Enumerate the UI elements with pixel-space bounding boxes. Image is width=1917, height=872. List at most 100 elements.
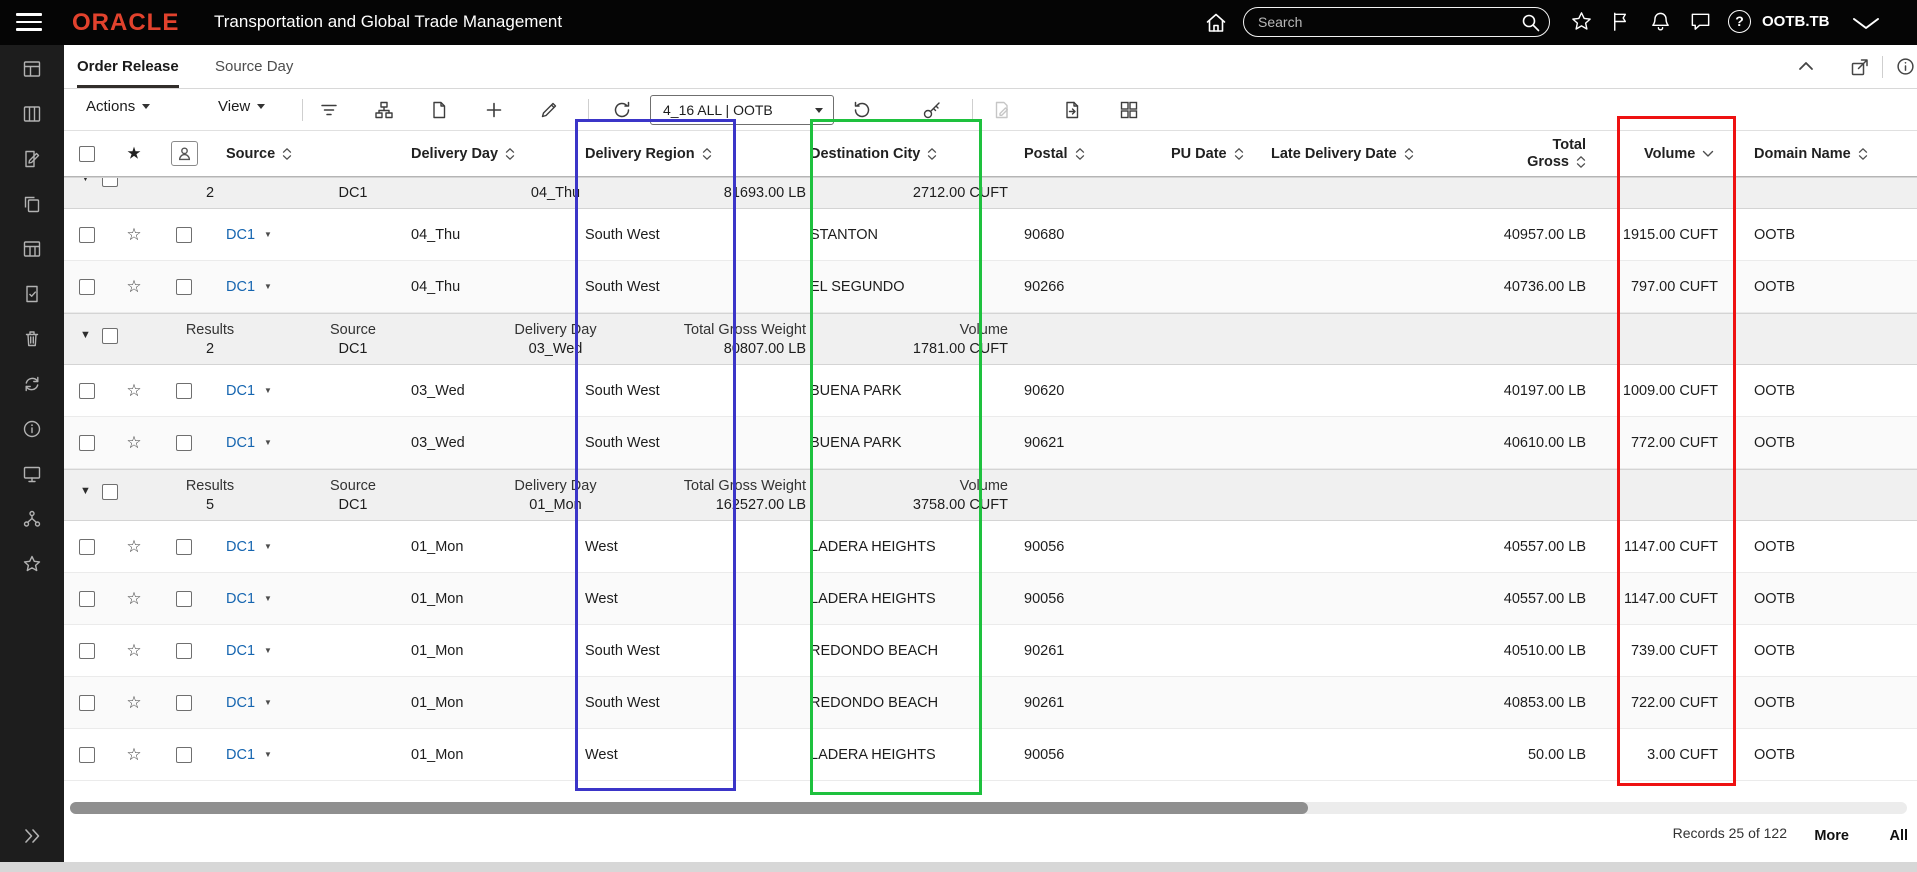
more-button[interactable]: More xyxy=(1814,828,1849,844)
favorite-star-icon[interactable]: ☆ xyxy=(110,225,158,245)
select-all-checkbox[interactable] xyxy=(64,145,110,162)
cell-menu-arrow-icon[interactable]: ▼ xyxy=(264,698,272,707)
cell-menu-arrow-icon[interactable]: ▼ xyxy=(264,230,272,239)
row-checkbox[interactable] xyxy=(64,642,110,659)
favorite-star-icon[interactable]: ☆ xyxy=(110,693,158,713)
row-select-checkbox[interactable] xyxy=(158,226,210,243)
chat-icon[interactable] xyxy=(1689,10,1712,33)
column-header-delivery-region[interactable]: Delivery Region xyxy=(575,146,800,162)
row-checkbox[interactable] xyxy=(64,746,110,763)
table-columns-icon[interactable] xyxy=(20,102,44,126)
group-checkbox[interactable] xyxy=(102,328,118,344)
favorites-sidebar-icon[interactable] xyxy=(20,552,44,576)
column-header-late-delivery-date[interactable]: Late Delivery Date xyxy=(1250,146,1490,162)
column-header-domain-name[interactable]: Domain Name xyxy=(1732,146,1917,162)
favorites-star-icon[interactable] xyxy=(1570,10,1593,33)
column-header-destination-city[interactable]: Destination City xyxy=(800,146,1010,162)
row-select-checkbox[interactable] xyxy=(158,434,210,451)
favorite-star-icon[interactable]: ☆ xyxy=(110,745,158,765)
favorite-star-icon[interactable]: ☆ xyxy=(110,641,158,661)
column-header-volume[interactable]: Volume xyxy=(1600,146,1732,162)
row-select-checkbox[interactable] xyxy=(158,746,210,763)
edit-pencil-icon[interactable] xyxy=(538,99,560,121)
tab-order-release[interactable]: Order Release xyxy=(77,45,179,88)
user-menu-chevron-down-icon[interactable] xyxy=(1852,17,1880,30)
row-select-checkbox[interactable] xyxy=(158,278,210,295)
favorite-star-icon[interactable]: ☆ xyxy=(110,277,158,297)
row-select-checkbox[interactable] xyxy=(158,694,210,711)
favorite-star-icon[interactable]: ☆ xyxy=(110,537,158,557)
favorite-star-icon[interactable]: ☆ xyxy=(110,433,158,453)
all-button[interactable]: All xyxy=(1889,828,1908,844)
search-input[interactable] xyxy=(1258,11,1508,33)
collapse-group-icon[interactable]: ▼ xyxy=(80,330,91,341)
global-search[interactable] xyxy=(1243,7,1550,37)
export-icon[interactable] xyxy=(1061,99,1083,121)
favorite-star-icon[interactable]: ☆ xyxy=(110,589,158,609)
collapse-group-icon[interactable]: ▼ xyxy=(80,178,91,184)
source-link[interactable]: DC1 xyxy=(226,227,255,243)
column-header-postal[interactable]: Postal xyxy=(1010,146,1160,162)
column-header-total-gross[interactable]: Total Gross xyxy=(1490,137,1600,171)
notifications-bell-icon[interactable] xyxy=(1649,10,1672,33)
info-icon[interactable] xyxy=(20,417,44,441)
source-link[interactable]: DC1 xyxy=(226,279,255,295)
hamburger-menu-icon[interactable] xyxy=(16,13,42,32)
expand-sidebar-icon[interactable] xyxy=(20,824,44,848)
person-icon[interactable] xyxy=(170,141,198,166)
favorite-star-icon[interactable]: ☆ xyxy=(110,381,158,401)
group-checkbox[interactable] xyxy=(102,178,118,187)
cell-menu-arrow-icon[interactable]: ▼ xyxy=(264,750,272,759)
filter-icon[interactable] xyxy=(318,99,340,121)
source-link[interactable]: DC1 xyxy=(226,383,255,399)
source-link[interactable]: DC1 xyxy=(226,539,255,555)
help-icon[interactable]: ? xyxy=(1728,10,1751,33)
source-link[interactable]: DC1 xyxy=(226,747,255,763)
row-checkbox[interactable] xyxy=(64,694,110,711)
hierarchy-icon[interactable] xyxy=(373,99,395,121)
source-link[interactable]: DC1 xyxy=(226,591,255,607)
row-checkbox[interactable] xyxy=(64,538,110,555)
horizontal-scrollbar[interactable] xyxy=(64,801,1917,815)
row-checkbox[interactable] xyxy=(64,382,110,399)
new-document-icon[interactable] xyxy=(428,99,450,121)
source-link[interactable]: DC1 xyxy=(226,435,255,451)
cell-menu-arrow-icon[interactable]: ▼ xyxy=(264,646,272,655)
row-checkbox[interactable] xyxy=(64,226,110,243)
network-icon[interactable] xyxy=(20,507,44,531)
user-assign-column-header[interactable] xyxy=(158,141,210,166)
source-link[interactable]: DC1 xyxy=(226,643,255,659)
tab-source-day[interactable]: Source Day xyxy=(215,45,293,88)
collapse-panel-icon[interactable] xyxy=(1798,59,1814,73)
cell-menu-arrow-icon[interactable]: ▼ xyxy=(264,438,272,447)
row-select-checkbox[interactable] xyxy=(158,642,210,659)
row-checkbox[interactable] xyxy=(64,278,110,295)
edit-document-icon[interactable] xyxy=(20,147,44,171)
home-icon[interactable] xyxy=(1204,11,1228,35)
search-icon[interactable] xyxy=(1521,13,1540,32)
scrollbar-thumb[interactable] xyxy=(70,802,1308,814)
cell-menu-arrow-icon[interactable]: ▼ xyxy=(264,282,272,291)
document-check-icon[interactable] xyxy=(20,282,44,306)
monitor-icon[interactable] xyxy=(20,462,44,486)
cell-menu-arrow-icon[interactable]: ▼ xyxy=(264,542,272,551)
run-search-icon[interactable] xyxy=(611,99,633,121)
add-icon[interactable] xyxy=(483,99,505,121)
view-menu-button[interactable]: View xyxy=(218,98,266,115)
grid-layout-icon[interactable] xyxy=(1118,99,1140,121)
cell-menu-arrow-icon[interactable]: ▼ xyxy=(264,386,272,395)
trash-icon[interactable] xyxy=(20,327,44,351)
copy-icon[interactable] xyxy=(20,192,44,216)
column-header-pu-date[interactable]: PU Date xyxy=(1160,146,1250,162)
user-menu[interactable]: OOTB.TB xyxy=(1762,13,1830,30)
page-info-icon[interactable] xyxy=(1896,57,1915,76)
refresh-icon[interactable] xyxy=(851,99,873,121)
favorites-column-header-icon[interactable]: ★ xyxy=(110,146,158,162)
sync-icon[interactable] xyxy=(20,372,44,396)
row-select-checkbox[interactable] xyxy=(158,590,210,607)
column-header-delivery-day[interactable]: Delivery Day xyxy=(395,146,575,162)
group-checkbox[interactable] xyxy=(102,484,118,500)
row-select-checkbox[interactable] xyxy=(158,382,210,399)
open-in-new-window-icon[interactable] xyxy=(1850,57,1870,77)
actions-menu-button[interactable]: Actions xyxy=(86,98,151,115)
